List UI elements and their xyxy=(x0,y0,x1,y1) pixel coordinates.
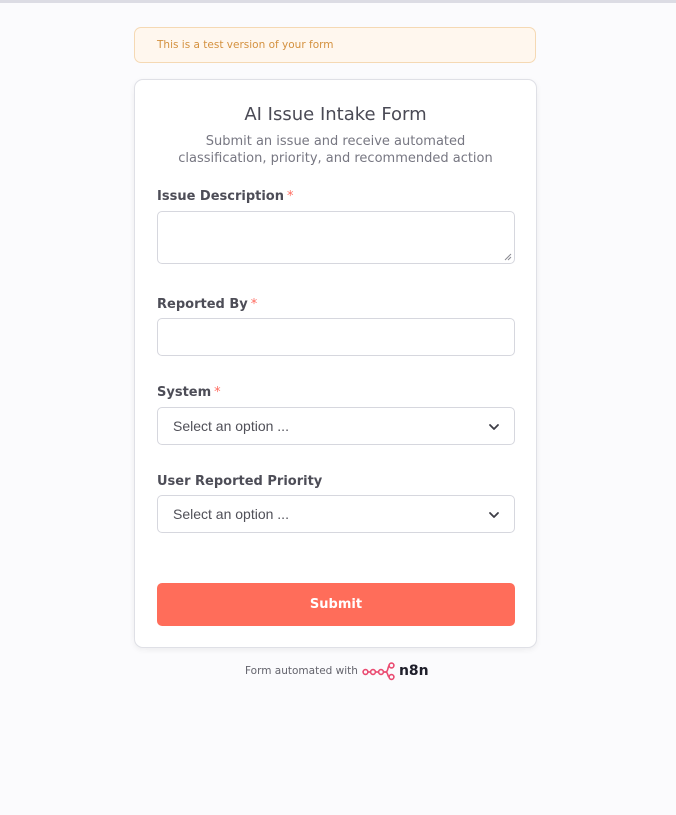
footer-text: Form automated with xyxy=(245,665,358,677)
user-reported-priority-label-text: User Reported Priority xyxy=(157,474,323,489)
system-select-value: Select an option ... xyxy=(173,418,289,434)
user-reported-priority-select[interactable]: Select an option ... xyxy=(157,495,515,533)
issue-description-textarea[interactable] xyxy=(157,211,515,264)
resize-handle-icon[interactable] xyxy=(504,253,512,261)
form-subtitle: Submit an issue and receive automated cl… xyxy=(178,134,493,166)
submit-button-label: Submit xyxy=(309,597,363,612)
system-select[interactable]: Select an option ... xyxy=(157,407,515,445)
user-reported-priority-label: User Reported Priority xyxy=(157,474,322,489)
test-version-banner-text: This is a test version of your form xyxy=(157,39,334,51)
required-marker: * xyxy=(250,297,258,312)
reported-by-label: Reported By * xyxy=(157,297,257,312)
n8n-brand-text[interactable]: n8n xyxy=(399,663,429,679)
reported-by-input[interactable] xyxy=(157,318,515,356)
required-marker: * xyxy=(287,189,294,204)
test-version-banner: This is a test version of your form xyxy=(134,27,536,63)
issue-description-label: Issue Description * xyxy=(157,189,294,204)
n8n-logo-icon[interactable] xyxy=(362,661,396,681)
reported-by-label-text: Reported By xyxy=(157,297,248,312)
form-card: AI Issue Intake Form Submit an issue and… xyxy=(134,79,537,648)
system-label-text: System xyxy=(157,385,212,400)
required-marker: * xyxy=(214,385,221,400)
submit-button[interactable]: Submit xyxy=(157,583,515,626)
browser-top-border xyxy=(0,0,676,3)
chevron-down-icon xyxy=(489,512,499,518)
issue-description-label-text: Issue Description xyxy=(157,189,284,204)
form-title: AI Issue Intake Form xyxy=(244,104,427,125)
user-reported-priority-select-value: Select an option ... xyxy=(173,506,289,522)
system-label: System * xyxy=(157,385,221,400)
footer: Form automated with n8n xyxy=(245,661,429,681)
chevron-down-icon xyxy=(489,424,499,430)
